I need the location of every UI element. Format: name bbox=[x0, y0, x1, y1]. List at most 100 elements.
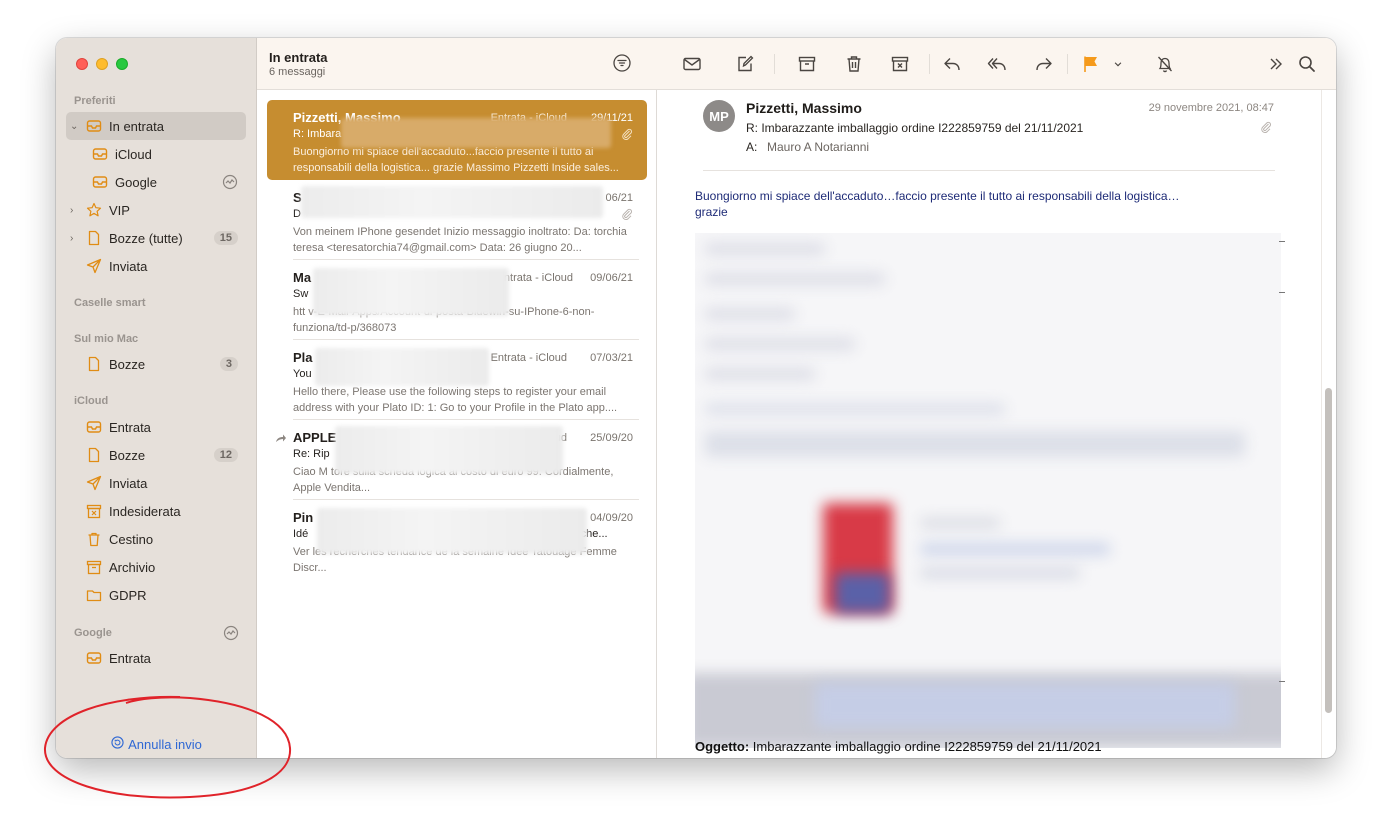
junk-icon bbox=[891, 56, 909, 72]
archive-icon bbox=[798, 56, 816, 72]
folder-icon bbox=[86, 587, 102, 603]
count-badge: 12 bbox=[213, 448, 238, 462]
minimize-window-button[interactable] bbox=[96, 58, 108, 70]
sender-name[interactable]: Pizzetti, Massimo bbox=[746, 100, 862, 116]
envelope-icon bbox=[683, 57, 701, 71]
chevron-down-icon bbox=[1114, 62, 1122, 67]
message-item[interactable]: Pla Entrata - iCloud 07/03/21 You Hello … bbox=[267, 340, 647, 420]
message-sender: Ma bbox=[293, 270, 312, 285]
chevron-down-icon[interactable]: ⌄ bbox=[70, 121, 80, 132]
quoted-subject: Oggetto: Imbarazzante imballaggio ordine… bbox=[695, 739, 1102, 754]
message-subject: R: Imbarazzante imballaggio ordine I2228… bbox=[746, 121, 1084, 135]
bell-slash-icon bbox=[1158, 56, 1172, 73]
reply-all-button[interactable] bbox=[986, 53, 1008, 75]
sidebar-item-vip[interactable]: › VIP bbox=[66, 196, 246, 224]
sidebar-item-icloud-entrata[interactable]: Entrata bbox=[66, 413, 246, 441]
sidebar-item-icloud-sent[interactable]: Inviata bbox=[66, 469, 246, 497]
section-on-my-mac[interactable]: Sul mio Mac bbox=[74, 333, 138, 345]
recipient-label: A: bbox=[746, 140, 758, 154]
redaction-blur bbox=[317, 508, 587, 554]
message-item[interactable]: S 06/21 D Von meinem IPhone gesendet Ini… bbox=[267, 180, 647, 260]
sidebar-item-icloud-inbox[interactable]: iCloud bbox=[66, 140, 246, 168]
forward-button[interactable] bbox=[1033, 53, 1055, 75]
sidebar: Preferiti ⌄ In entrata iCloud Google › V… bbox=[56, 38, 257, 758]
undo-circle-icon bbox=[111, 736, 124, 752]
inbox-icon bbox=[92, 146, 108, 162]
message-item[interactable]: Pin 04/09/20 Idé rche... Ver les recherc… bbox=[267, 500, 647, 580]
flag-button[interactable] bbox=[1080, 53, 1102, 75]
sidebar-item-label: Bozze (tutte) bbox=[109, 230, 183, 246]
message-item[interactable]: Pizzetti, Massimo Entrata - iCloud 29/11… bbox=[267, 100, 647, 180]
forward-icon bbox=[1036, 58, 1052, 71]
divider bbox=[1279, 681, 1285, 682]
divider bbox=[703, 170, 1275, 171]
inbox-icon bbox=[86, 118, 102, 134]
recipient-name[interactable]: Mauro A Notarianni bbox=[767, 140, 869, 154]
message-item[interactable]: APPLE oud 25/09/20 Re: Rip Ciao M tore s… bbox=[267, 420, 647, 500]
zoom-window-button[interactable] bbox=[116, 58, 128, 70]
sidebar-item-icloud-drafts[interactable]: Bozze 12 bbox=[66, 441, 246, 469]
divider bbox=[774, 54, 775, 74]
star-icon bbox=[86, 202, 102, 218]
sidebar-item-google-inbox[interactable]: Google bbox=[66, 168, 246, 196]
sidebar-item-label: Inviata bbox=[109, 475, 148, 491]
flag-icon bbox=[1084, 56, 1097, 72]
sidebar-item-label: Indesiderata bbox=[109, 503, 181, 519]
archive-button[interactable] bbox=[796, 53, 818, 75]
undo-send-button[interactable]: Annulla invio bbox=[56, 736, 257, 752]
activity-icon bbox=[222, 174, 238, 190]
attachment-icon[interactable] bbox=[1260, 121, 1272, 133]
get-mail-button[interactable] bbox=[681, 53, 703, 75]
sidebar-item-inbox[interactable]: ⌄ In entrata bbox=[66, 112, 246, 140]
sidebar-item-mac-drafts[interactable]: Bozze 3 bbox=[66, 350, 246, 378]
trash-icon bbox=[847, 56, 861, 72]
message-item[interactable]: Ma 09/06/21 ntrata - iCloud Sw htt v-E-M… bbox=[267, 260, 647, 340]
search-icon bbox=[1299, 56, 1315, 72]
sidebar-item-label: iCloud bbox=[115, 146, 152, 162]
scrollbar[interactable] bbox=[1325, 388, 1332, 713]
sidebar-item-icloud-gdpr[interactable]: GDPR bbox=[66, 581, 246, 609]
inbox-icon bbox=[86, 650, 102, 666]
sidebar-item-label: VIP bbox=[109, 202, 130, 218]
document-icon bbox=[86, 230, 102, 246]
sidebar-item-label: Cestino bbox=[109, 531, 154, 547]
close-window-button[interactable] bbox=[76, 58, 88, 70]
archive-icon bbox=[86, 559, 102, 575]
mute-button[interactable] bbox=[1154, 53, 1176, 75]
junk-icon bbox=[86, 503, 102, 519]
avatar: MP bbox=[703, 100, 735, 132]
section-smart-mailboxes[interactable]: Caselle smart bbox=[74, 297, 146, 309]
filter-icon[interactable] bbox=[613, 54, 631, 72]
message-subject: Idé bbox=[293, 528, 309, 540]
section-google[interactable]: Google bbox=[74, 627, 112, 639]
section-favorites: Preferiti bbox=[74, 95, 116, 107]
compose-button[interactable] bbox=[734, 53, 756, 75]
search-button[interactable] bbox=[1296, 53, 1318, 75]
junk-button[interactable] bbox=[889, 53, 911, 75]
chevron-right-icon[interactable]: › bbox=[70, 233, 80, 244]
count-badge: 3 bbox=[219, 357, 238, 371]
mail-window: Preferiti ⌄ In entrata iCloud Google › V… bbox=[56, 38, 1336, 758]
redaction-blur bbox=[301, 186, 603, 218]
toolbar bbox=[657, 38, 1336, 90]
redaction-blur bbox=[335, 426, 563, 474]
delete-button[interactable] bbox=[843, 53, 865, 75]
message-date: 09/06/21 bbox=[590, 272, 633, 284]
divider bbox=[1279, 241, 1285, 242]
sidebar-item-icloud-junk[interactable]: Indesiderata bbox=[66, 497, 246, 525]
quoted-subject-value: Imbarazzante imballaggio ordine I2228597… bbox=[749, 739, 1102, 754]
chevron-right-icon[interactable]: › bbox=[70, 205, 80, 216]
sidebar-item-google-entrata[interactable]: Entrata bbox=[66, 644, 246, 672]
message-body: Buongiorno mi spiace dell'accaduto…facci… bbox=[695, 188, 1255, 220]
sidebar-item-icloud-archive[interactable]: Archivio bbox=[66, 553, 246, 581]
sidebar-item-all-drafts[interactable]: › Bozze (tutte) 15 bbox=[66, 224, 246, 252]
chevron-double-right-icon bbox=[1270, 58, 1282, 70]
reply-button[interactable] bbox=[941, 53, 963, 75]
section-icloud[interactable]: iCloud bbox=[74, 395, 108, 407]
sidebar-item-sent[interactable]: Inviata bbox=[66, 252, 246, 280]
more-toolbar-button[interactable] bbox=[1265, 53, 1287, 75]
message-date: 29 novembre 2021, 08:47 bbox=[1148, 102, 1274, 114]
flag-menu-button[interactable] bbox=[1111, 53, 1125, 75]
sidebar-item-icloud-trash[interactable]: Cestino bbox=[66, 525, 246, 553]
divider bbox=[1067, 54, 1068, 74]
